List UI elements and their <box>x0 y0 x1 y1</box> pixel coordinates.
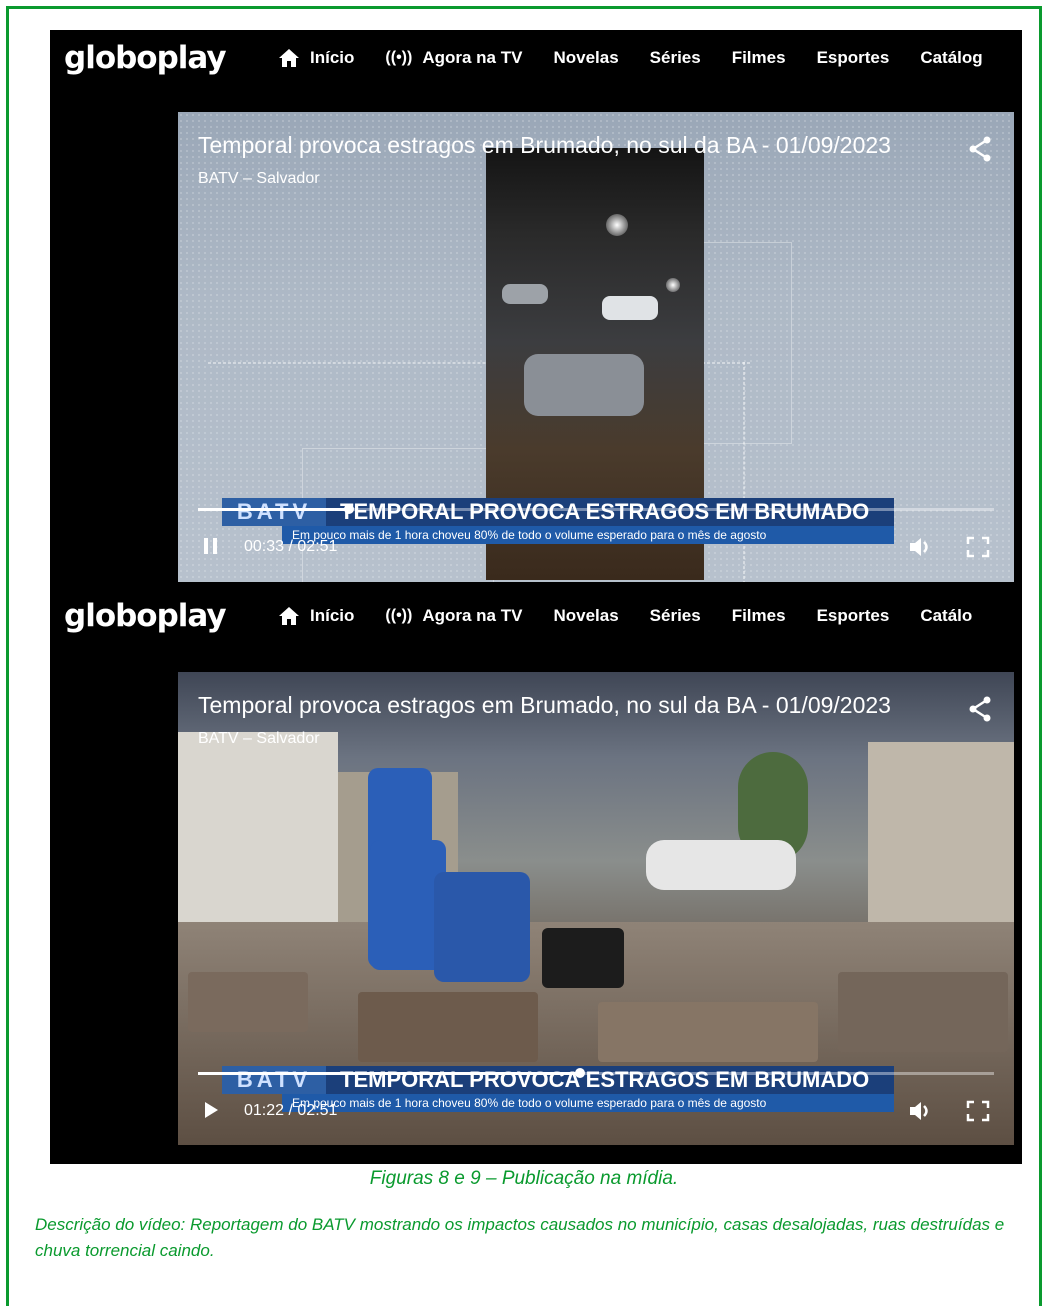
globoplay-logo[interactable]: globoplay <box>64 598 264 634</box>
play-icon[interactable] <box>202 1100 220 1120</box>
nav-item-label: Agora na TV <box>422 606 523 625</box>
current-time: 00:33 <box>244 538 285 555</box>
home-icon <box>279 607 299 625</box>
duration: 02:51 <box>297 1102 338 1119</box>
video-title: Temporal provoca estragos em Brumado, no… <box>198 692 891 718</box>
globoplay-logo[interactable]: globoplay <box>64 40 264 76</box>
nav-item-inicio[interactable]: Início <box>278 606 354 626</box>
nav-item-series[interactable]: Séries <box>650 48 701 68</box>
news-headline: TEMPORAL PROVOCA ESTRAGOS EM BRUMADO <box>326 1066 894 1094</box>
time-separator: / <box>288 1102 293 1119</box>
share-icon[interactable] <box>968 136 992 162</box>
video-player-2[interactable]: Temporal provoca estragos em Brumado, no… <box>178 672 1014 1145</box>
top-nav: globoplay Início ((•)) Agora na TV Novel… <box>50 30 1022 86</box>
news-headline: TEMPORAL PROVOCA ESTRAGOS EM BRUMADO <box>326 498 894 526</box>
figure-caption: Figuras 8 e 9 – Publicação na mídia. <box>369 1168 679 1189</box>
volume-icon[interactable] <box>908 1100 932 1122</box>
progress-fill <box>198 1072 581 1075</box>
batv-logo: BATV <box>222 1066 326 1094</box>
globoplay-screenshot-2: globoplay Início ((•)) Agora na TV Novel… <box>50 582 1022 1164</box>
nav-item-catalogo[interactable]: Catálog <box>920 48 982 68</box>
nav-item-esportes[interactable]: Esportes <box>817 48 890 68</box>
video-subtitle: BATV – Salvador <box>198 170 320 187</box>
player-controls: 00:33 / 02:51 <box>178 532 1014 562</box>
current-time: 01:22 <box>244 1102 285 1119</box>
duration: 02:51 <box>297 538 338 555</box>
home-icon <box>279 49 299 67</box>
nav-item-label: Início <box>310 48 355 67</box>
fullscreen-icon[interactable] <box>966 1100 990 1122</box>
globoplay-screenshot-1: globoplay Início ((•)) Agora na TV Novel… <box>50 30 1022 582</box>
nav-item-filmes[interactable]: Filmes <box>732 48 786 68</box>
fullscreen-icon[interactable] <box>966 536 990 558</box>
nav-item-inicio[interactable]: Início <box>278 48 354 68</box>
nav-item-agora-na-tv[interactable]: ((•)) Agora na TV <box>385 48 522 68</box>
pause-icon[interactable] <box>202 536 220 556</box>
top-nav: globoplay Início ((•)) Agora na TV Novel… <box>50 588 1022 644</box>
nav-item-novelas[interactable]: Novelas <box>553 48 618 68</box>
video-subtitle: BATV – Salvador <box>198 730 320 747</box>
progress-bar[interactable] <box>198 1068 994 1078</box>
video-title: Temporal provoca estragos em Brumado, no… <box>198 132 891 158</box>
nav-item-label: Agora na TV <box>422 48 523 67</box>
nav-item-catalogo[interactable]: Catálo <box>920 606 972 626</box>
video-player-1[interactable]: Temporal provoca estragos em Brumado, no… <box>178 112 1014 582</box>
progress-bar[interactable] <box>198 504 994 514</box>
time-display: 01:22 / 02:51 <box>244 1102 337 1120</box>
time-separator: / <box>288 538 293 555</box>
volume-icon[interactable] <box>908 536 932 558</box>
nav-item-label: Início <box>310 606 355 625</box>
live-icon: ((•)) <box>385 607 413 624</box>
nav-item-novelas[interactable]: Novelas <box>553 606 618 626</box>
live-icon: ((•)) <box>385 49 413 66</box>
progress-fill <box>198 508 350 511</box>
nav-item-series[interactable]: Séries <box>650 606 701 626</box>
nav-item-agora-na-tv[interactable]: ((•)) Agora na TV <box>385 606 522 626</box>
nav-item-filmes[interactable]: Filmes <box>732 606 786 626</box>
batv-logo: BATV <box>222 498 326 526</box>
share-icon[interactable] <box>968 696 992 722</box>
nav-item-esportes[interactable]: Esportes <box>817 606 890 626</box>
player-controls: 01:22 / 02:51 <box>178 1096 1014 1126</box>
time-display: 00:33 / 02:51 <box>244 538 337 556</box>
video-description: Descrição do vídeo: Reportagem do BATV m… <box>35 1215 1005 1260</box>
